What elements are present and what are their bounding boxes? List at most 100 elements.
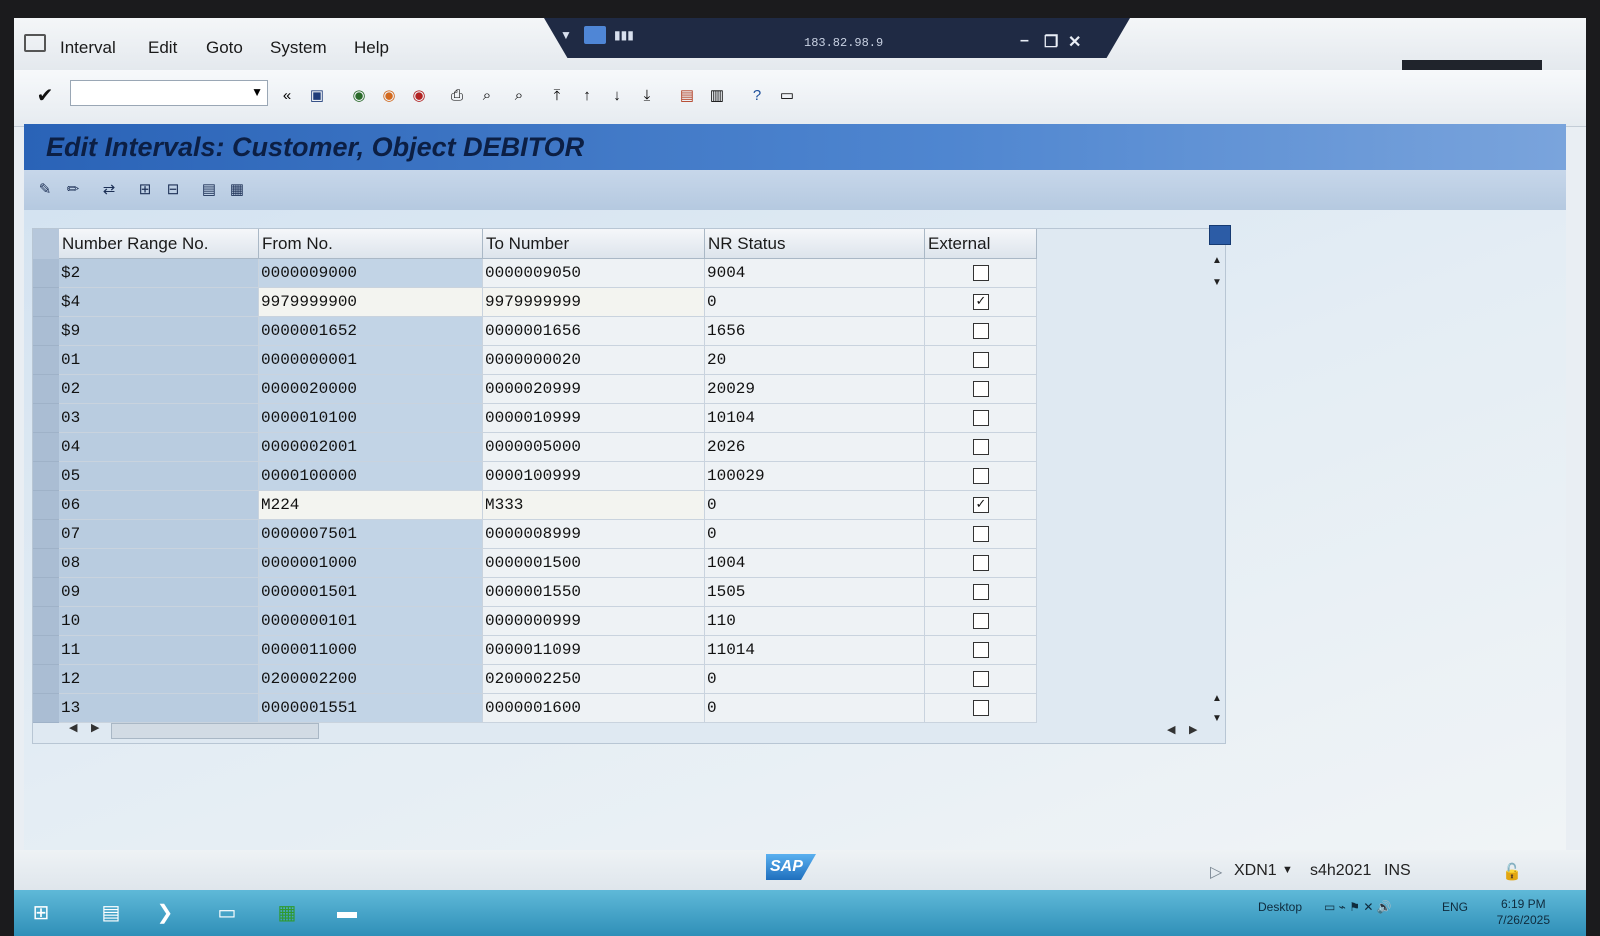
header-nr-status[interactable]: NR Status <box>705 229 925 259</box>
scroll-page-up-icon[interactable]: ▲ <box>1209 691 1225 707</box>
store-icon[interactable]: ▦ <box>270 896 304 928</box>
delete-interval-icon[interactable]: ⊟ <box>162 178 184 200</box>
from-no-cell[interactable]: 0000001652 <box>259 317 483 346</box>
external-checkbox[interactable]: ✓ <box>973 497 989 513</box>
first-page-icon[interactable]: ⤒ <box>546 84 568 106</box>
print-icon[interactable]: ⎙ <box>446 84 468 106</box>
from-no-cell[interactable]: 0000001000 <box>259 549 483 578</box>
external-checkbox[interactable] <box>973 642 989 658</box>
shortcut-icon[interactable]: ▥ <box>706 84 728 106</box>
row-selector[interactable] <box>33 433 59 462</box>
clock[interactable]: 6:19 PM 7/26/2025 <box>1497 896 1550 928</box>
number-range-cell[interactable]: 04 <box>59 433 259 462</box>
external-checkbox[interactable] <box>973 323 989 339</box>
system-dropdown-icon[interactable]: ▼ <box>1282 864 1293 876</box>
remote-minimize-icon[interactable]: – <box>1020 32 1029 50</box>
nr-status-cell[interactable]: 1004 <box>705 549 925 578</box>
menu-help[interactable]: Help <box>354 38 389 58</box>
number-range-cell[interactable]: 01 <box>59 346 259 375</box>
nr-status-cell[interactable]: 0 <box>705 288 925 317</box>
nr-status-cell[interactable]: 0 <box>705 694 925 723</box>
overview-icon[interactable]: ▦ <box>226 178 248 200</box>
number-range-cell[interactable]: $2 <box>59 259 259 288</box>
nr-status-cell[interactable]: 110 <box>705 607 925 636</box>
row-selector[interactable] <box>33 491 59 520</box>
nr-status-cell[interactable]: 20029 <box>705 375 925 404</box>
command-input[interactable] <box>71 81 245 105</box>
row-selector[interactable] <box>33 259 59 288</box>
columns-right-icon[interactable]: ▶ <box>1189 723 1197 736</box>
from-no-cell[interactable]: 0000100000 <box>259 462 483 491</box>
back-icon[interactable]: ◉ <box>348 84 370 106</box>
desktop-label[interactable]: Desktop <box>1258 900 1302 914</box>
row-selector[interactable] <box>33 607 59 636</box>
menu-edit[interactable]: Edit <box>148 38 177 58</box>
external-checkbox[interactable] <box>973 381 989 397</box>
nr-status-cell[interactable]: 2026 <box>705 433 925 462</box>
status-expand-icon[interactable]: ▷ <box>1210 862 1222 882</box>
nr-status-cell[interactable]: 20 <box>705 346 925 375</box>
exit-icon[interactable]: ◉ <box>378 84 400 106</box>
external-checkbox[interactable] <box>973 468 989 484</box>
from-no-cell[interactable]: 0000011000 <box>259 636 483 665</box>
number-range-cell[interactable]: $9 <box>59 317 259 346</box>
find-next-icon[interactable]: ⌕ <box>508 84 530 106</box>
from-no-cell[interactable]: 0000001551 <box>259 694 483 723</box>
external-checkbox[interactable] <box>973 526 989 542</box>
to-number-cell[interactable]: 0000009050 <box>483 259 705 288</box>
from-no-cell[interactable]: 0000000101 <box>259 607 483 636</box>
to-number-cell[interactable]: 9979999999 <box>483 288 705 317</box>
external-checkbox[interactable] <box>973 555 989 571</box>
to-number-cell[interactable]: 0000000999 <box>483 607 705 636</box>
horizontal-scrollbar[interactable]: ◀ ▶ <box>63 721 319 739</box>
vertical-scrollbar[interactable]: ▲ ▼ ▲ ▼ <box>1209 247 1225 724</box>
external-checkbox[interactable] <box>973 352 989 368</box>
next-page-icon[interactable]: ↓ <box>606 84 628 106</box>
server-manager-icon[interactable]: ▤ <box>94 896 128 928</box>
row-selector[interactable] <box>33 694 59 723</box>
nr-status-cell[interactable]: 1505 <box>705 578 925 607</box>
row-selector[interactable] <box>33 636 59 665</box>
nr-status-cell[interactable]: 0 <box>705 520 925 549</box>
header-external[interactable]: External <box>925 229 1037 259</box>
menu-window-icon[interactable] <box>24 34 46 52</box>
from-no-cell[interactable]: 0000000001 <box>259 346 483 375</box>
nr-status-cell[interactable]: 9004 <box>705 259 925 288</box>
number-range-cell[interactable]: 08 <box>59 549 259 578</box>
horizontal-scroll-thumb[interactable] <box>111 723 319 739</box>
nr-status-cell[interactable]: 0 <box>705 665 925 694</box>
from-no-cell[interactable]: 0000001501 <box>259 578 483 607</box>
nr-status-cell[interactable]: 11014 <box>705 636 925 665</box>
from-no-cell[interactable]: 0000010100 <box>259 404 483 433</box>
to-number-cell[interactable]: 0000011099 <box>483 636 705 665</box>
language-indicator[interactable]: ENG <box>1442 900 1468 914</box>
nr-status-cell[interactable]: 100029 <box>705 462 925 491</box>
external-checkbox[interactable] <box>973 671 989 687</box>
to-number-cell[interactable]: 0000000020 <box>483 346 705 375</box>
help-icon[interactable]: ? <box>746 84 768 106</box>
header-from-no[interactable]: From No. <box>259 229 483 259</box>
command-dropdown-icon[interactable]: ▼ <box>251 85 263 99</box>
from-no-cell[interactable]: 0000007501 <box>259 520 483 549</box>
from-no-cell[interactable]: 9979999900 <box>259 288 483 317</box>
to-number-cell[interactable]: 0000020999 <box>483 375 705 404</box>
nr-status-cell[interactable]: 1656 <box>705 317 925 346</box>
scroll-left-icon[interactable]: ◀ <box>69 721 77 734</box>
row-selector[interactable] <box>33 346 59 375</box>
to-number-cell[interactable]: 0000005000 <box>483 433 705 462</box>
number-range-cell[interactable]: 13 <box>59 694 259 723</box>
sap-logon-icon[interactable]: ▬ <box>330 896 364 928</box>
edit-icon[interactable]: ✏ <box>62 178 84 200</box>
external-checkbox[interactable] <box>973 584 989 600</box>
external-checkbox[interactable] <box>973 439 989 455</box>
previous-page-icon[interactable]: ↑ <box>576 84 598 106</box>
remote-restore-icon[interactable]: ❐ <box>1044 32 1058 52</box>
to-number-cell[interactable]: 0000001656 <box>483 317 705 346</box>
find-icon[interactable]: ⌕ <box>476 84 498 106</box>
number-range-cell[interactable]: 03 <box>59 404 259 433</box>
nr-status-cell[interactable]: 0 <box>705 491 925 520</box>
system-name[interactable]: XDN1 <box>1234 862 1277 880</box>
scroll-right-icon[interactable]: ▶ <box>91 721 99 734</box>
insert-interval-icon[interactable]: ⊞ <box>134 178 156 200</box>
to-number-cell[interactable]: 0200002250 <box>483 665 705 694</box>
